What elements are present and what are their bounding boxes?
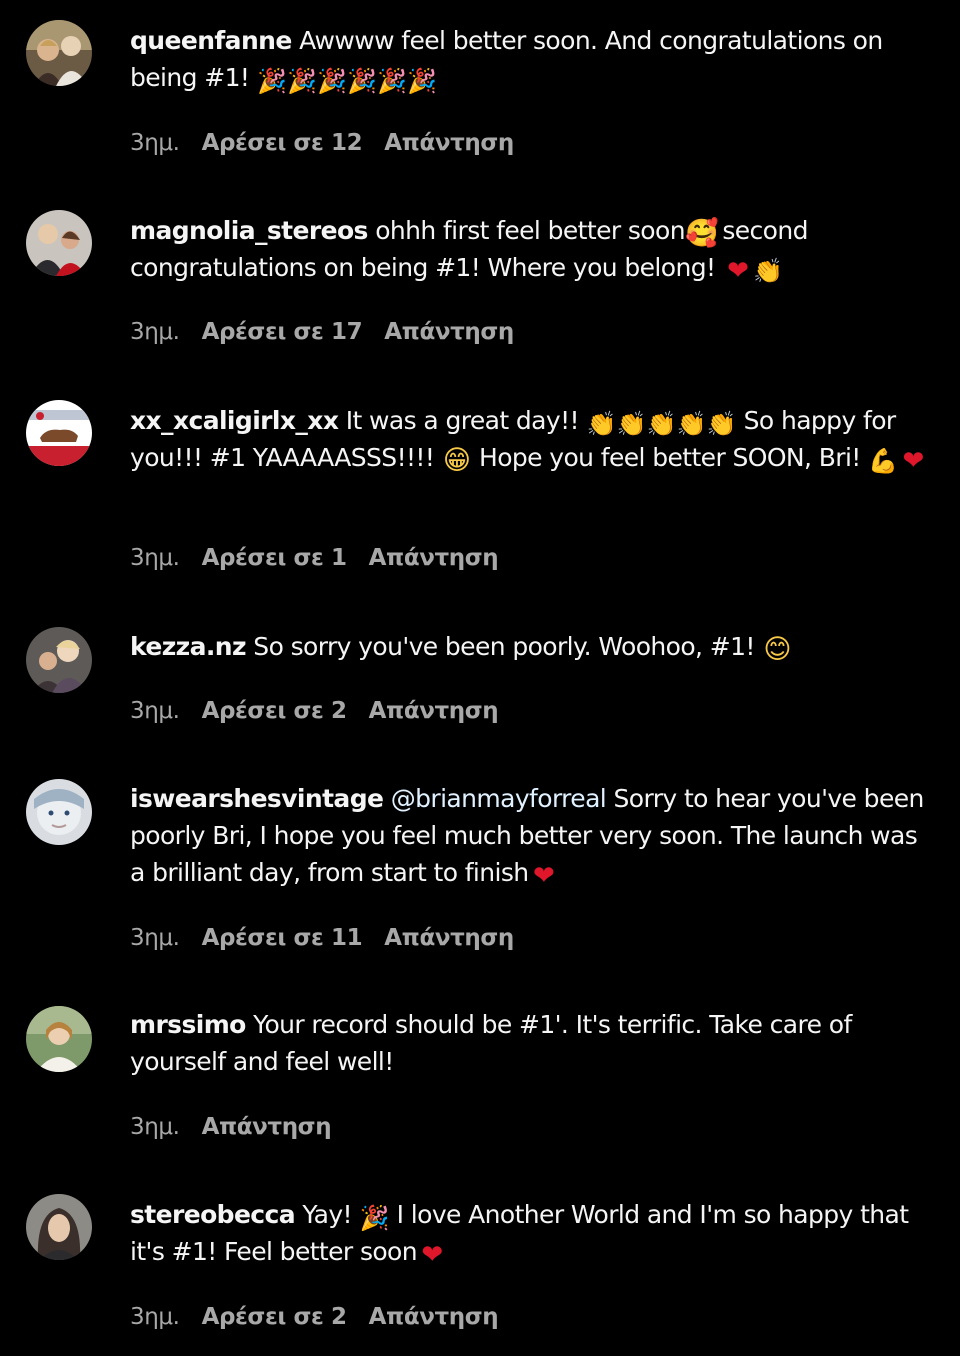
likes-count[interactable]: Αρέσει σε 12 bbox=[202, 130, 363, 156]
avatar[interactable] bbox=[26, 400, 92, 466]
comment-message: It was a great day!! bbox=[345, 406, 580, 435]
avatar[interactable] bbox=[26, 1194, 92, 1260]
comment-time: 3ημ. bbox=[130, 1304, 180, 1330]
comment-text: mrssimo Your record should be #1'. It's … bbox=[130, 1006, 930, 1080]
comment-time: 3ημ. bbox=[130, 698, 180, 724]
party-popper-icon: 🎉 bbox=[257, 67, 287, 95]
comment-list: queenfanne Awwww feel better soon. And c… bbox=[0, 0, 960, 1356]
avatar[interactable] bbox=[26, 627, 92, 693]
clapping-hands-icon: 👏 bbox=[616, 410, 647, 438]
comment-time: 3ημ. bbox=[130, 925, 180, 951]
smiling-face-hearts-icon: 🥰 bbox=[684, 218, 719, 249]
avatar[interactable] bbox=[26, 210, 92, 276]
comment-username[interactable]: stereobecca bbox=[130, 1200, 296, 1229]
avatar[interactable] bbox=[26, 779, 92, 845]
reply-button[interactable]: Απάντηση bbox=[369, 545, 499, 571]
comment-text: queenfanne Awwww feel better soon. And c… bbox=[130, 22, 930, 96]
comment-text: xx_xcaligirlx_xx It was a great day!! 👏👏… bbox=[130, 402, 930, 476]
comment-meta: 3ημ. Αρέσει σε 11 Απάντηση bbox=[130, 925, 536, 951]
likes-count[interactable]: Αρέσει σε 2 bbox=[202, 698, 347, 724]
heart-icon: ❤ bbox=[727, 256, 749, 286]
mention-link[interactable]: @brianmayforreal bbox=[391, 784, 607, 813]
comment-time: 3ημ. bbox=[130, 130, 180, 156]
comment-username[interactable]: kezza.nz bbox=[130, 632, 247, 661]
likes-count[interactable]: Αρέσει σε 11 bbox=[202, 925, 363, 951]
clapping-hands-icon: 👏 bbox=[753, 257, 783, 285]
comment-message: ohhh first feel better soon bbox=[375, 216, 685, 245]
comment-username[interactable]: queenfanne bbox=[130, 26, 292, 55]
comment-message: Hope you feel better SOON, Bri! bbox=[479, 443, 861, 472]
comment-time: 3ημ. bbox=[130, 1114, 180, 1140]
party-popper-icon: 🎉 bbox=[317, 67, 347, 95]
comment-meta: 3ημ. Απάντηση bbox=[130, 1114, 353, 1140]
comment-username[interactable]: xx_xcaligirlx_xx bbox=[130, 406, 339, 435]
flexed-biceps-icon: 💪 bbox=[868, 447, 898, 475]
likes-count[interactable]: Αρέσει σε 17 bbox=[202, 319, 363, 345]
likes-count[interactable]: Αρέσει σε 1 bbox=[202, 545, 347, 571]
comment-time: 3ημ. bbox=[130, 319, 180, 345]
comment-meta: 3ημ. Αρέσει σε 2 Απάντηση bbox=[130, 1304, 520, 1330]
party-popper-icon: 🎉 bbox=[377, 67, 407, 95]
comment-time: 3ημ. bbox=[130, 545, 180, 571]
comment-text: magnolia_stereos ohhh first feel better … bbox=[130, 212, 930, 286]
comment-text: stereobecca Yay! 🎉 I love Another World … bbox=[130, 1196, 930, 1270]
grinning-face-icon: 😁 bbox=[442, 445, 471, 476]
comment-username[interactable]: iswearshesvintage bbox=[130, 784, 384, 813]
reply-button[interactable]: Απάντηση bbox=[369, 698, 499, 724]
reply-button[interactable]: Απάντηση bbox=[384, 925, 514, 951]
comment-meta: 3ημ. Αρέσει σε 1 Απάντηση bbox=[130, 545, 520, 571]
clapping-hands-icon: 👏 bbox=[676, 410, 707, 438]
comment-username[interactable]: magnolia_stereos bbox=[130, 216, 368, 245]
comment-meta: 3ημ. Αρέσει σε 2 Απάντηση bbox=[130, 698, 520, 724]
party-popper-icon: 🎉 bbox=[359, 1204, 390, 1232]
comment-text: kezza.nz So sorry you've been poorly. Wo… bbox=[130, 628, 930, 665]
comment-meta: 3ημ. Αρέσει σε 17 Απάντηση bbox=[130, 319, 536, 345]
reply-button[interactable]: Απάντηση bbox=[384, 130, 514, 156]
clapping-hands-icon: 👏 bbox=[646, 410, 677, 438]
heart-icon: ❤ bbox=[902, 446, 924, 476]
clapping-hands-icon: 👏 bbox=[586, 410, 617, 438]
likes-count[interactable]: Αρέσει σε 2 bbox=[202, 1304, 347, 1330]
comment-text: iswearshesvintage @brianmayforreal Sorry… bbox=[130, 780, 930, 891]
reply-button[interactable]: Απάντηση bbox=[369, 1304, 499, 1330]
party-popper-icon: 🎉 bbox=[407, 67, 437, 95]
party-popper-icon: 🎉 bbox=[287, 67, 317, 95]
comment-meta: 3ημ. Αρέσει σε 12 Απάντηση bbox=[130, 130, 536, 156]
party-popper-icon: 🎉 bbox=[347, 67, 377, 95]
comment-username[interactable]: mrssimo bbox=[130, 1010, 246, 1039]
comment-message: So sorry you've been poorly. Woohoo, #1! bbox=[253, 632, 755, 661]
reply-button[interactable]: Απάντηση bbox=[384, 319, 514, 345]
heart-icon: ❤ bbox=[421, 1240, 443, 1270]
smiling-face-icon: 😊 bbox=[763, 634, 791, 665]
clapping-hands-icon: 👏 bbox=[706, 410, 737, 438]
comment-message: Yay! bbox=[302, 1200, 352, 1229]
heart-icon: ❤ bbox=[532, 861, 555, 891]
reply-button[interactable]: Απάντηση bbox=[202, 1114, 332, 1140]
avatar[interactable] bbox=[26, 20, 92, 86]
avatar[interactable] bbox=[26, 1006, 92, 1072]
